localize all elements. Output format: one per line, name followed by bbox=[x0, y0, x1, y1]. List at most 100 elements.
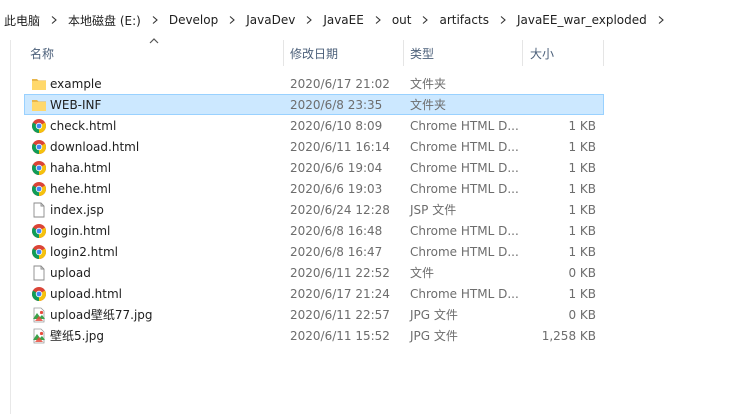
file-type: Chrome HTML D... bbox=[410, 181, 519, 196]
file-type: JSP 文件 bbox=[410, 203, 457, 217]
file-row[interactable]: download.html 2020/6/11 16:14 Chrome HTML … bbox=[24, 136, 604, 157]
file-row[interactable]: hehe.html 2020/6/6 19:03 Chrome HTML D... 1… bbox=[24, 178, 604, 199]
chevron-right-icon[interactable] bbox=[148, 13, 162, 27]
file-name: upload bbox=[50, 265, 91, 280]
file-size: 1 KB bbox=[568, 181, 596, 196]
file-type: 文件夹 bbox=[410, 77, 447, 91]
file-type: JPG 文件 bbox=[410, 308, 458, 322]
file-name: login.html bbox=[50, 223, 111, 238]
file-name: upload.html bbox=[50, 286, 123, 301]
file-modified-date: 2020/6/6 19:03 bbox=[290, 181, 383, 196]
column-divider[interactable] bbox=[522, 40, 523, 66]
column-header-size[interactable]: 大小 bbox=[530, 40, 600, 66]
column-divider[interactable] bbox=[603, 40, 604, 66]
column-header-date[interactable]: 修改日期 bbox=[290, 40, 400, 66]
blank-file-icon bbox=[31, 202, 47, 218]
file-modified-date: 2020/6/17 21:02 bbox=[290, 76, 390, 91]
file-size: 1 KB bbox=[568, 202, 596, 217]
file-size: 1 KB bbox=[568, 160, 596, 175]
chrome-html-icon bbox=[31, 223, 47, 239]
file-name: example bbox=[50, 76, 102, 91]
file-row[interactable]: upload壁纸77.jpg 2020/6/11 22:57 JPG 文件 0 KB bbox=[24, 304, 604, 325]
breadcrumb-item[interactable]: Develop bbox=[165, 13, 222, 27]
breadcrumb-item[interactable]: JavaEE bbox=[319, 13, 368, 27]
breadcrumb-label: JavaDev bbox=[246, 13, 296, 27]
file-type: Chrome HTML D... bbox=[410, 244, 519, 259]
file-name: hehe.html bbox=[50, 181, 112, 196]
breadcrumb-label: Develop bbox=[168, 13, 219, 27]
file-row[interactable]: login2.html 2020/6/8 16:47 Chrome HTML D..… bbox=[24, 241, 604, 262]
chevron-right-icon[interactable] bbox=[496, 13, 510, 27]
file-type: Chrome HTML D... bbox=[410, 160, 519, 175]
column-header-name[interactable]: 名称 bbox=[30, 40, 280, 66]
file-size: 1 KB bbox=[568, 118, 596, 133]
file-row[interactable]: 壁纸5.jpg 2020/6/11 15:52 JPG 文件 1,258 KB bbox=[24, 325, 604, 346]
chrome-html-icon bbox=[31, 139, 47, 155]
file-modified-date: 2020/6/6 19:04 bbox=[290, 160, 383, 175]
chrome-html-icon bbox=[31, 181, 47, 197]
jpg-file-icon bbox=[31, 307, 47, 323]
file-size: 1 KB bbox=[568, 244, 596, 259]
jpg-file-icon bbox=[31, 328, 47, 344]
file-name: haha.html bbox=[50, 160, 112, 175]
file-size: 1 KB bbox=[568, 139, 596, 154]
file-modified-date: 2020/6/11 15:52 bbox=[290, 328, 390, 343]
chevron-right-icon[interactable] bbox=[47, 13, 61, 27]
file-modified-date: 2020/6/11 22:52 bbox=[290, 265, 390, 280]
breadcrumb-label: artifacts bbox=[439, 13, 489, 27]
breadcrumb: 此电脑 本地磁盘 (E:) Develop JavaDev JavaEE out artif… bbox=[0, 8, 745, 32]
file-name: login2.html bbox=[50, 244, 119, 259]
breadcrumb-item[interactable]: JavaDev bbox=[242, 13, 299, 27]
column-header-type[interactable]: 类型 bbox=[410, 40, 520, 66]
file-type: 文件夹 bbox=[410, 98, 447, 112]
breadcrumb-item[interactable]: artifacts bbox=[435, 13, 492, 27]
file-row[interactable]: upload.html 2020/6/17 21:24 Chrome HTML D.… bbox=[24, 283, 604, 304]
file-type: JPG 文件 bbox=[410, 329, 458, 343]
chevron-right-icon[interactable] bbox=[225, 13, 239, 27]
folder-icon bbox=[31, 76, 47, 92]
file-modified-date: 2020/6/11 16:14 bbox=[290, 139, 390, 154]
file-row[interactable]: login.html 2020/6/8 16:48 Chrome HTML D...… bbox=[24, 220, 604, 241]
breadcrumb-item[interactable]: JavaEE_war_exploded bbox=[513, 13, 651, 27]
file-size: 1,258 KB bbox=[541, 328, 596, 343]
breadcrumb-label: 此电脑 bbox=[4, 13, 41, 28]
file-type: Chrome HTML D... bbox=[410, 139, 519, 154]
column-divider[interactable] bbox=[283, 40, 284, 66]
file-type: Chrome HTML D... bbox=[410, 223, 519, 238]
breadcrumb-item[interactable]: 此电脑 bbox=[0, 12, 44, 29]
file-size: 1 KB bbox=[568, 286, 596, 301]
breadcrumb-item[interactable]: 本地磁盘 (E:) bbox=[64, 12, 145, 29]
file-modified-date: 2020/6/8 16:48 bbox=[290, 223, 383, 238]
file-row[interactable]: index.jsp 2020/6/24 12:28 JSP 文件 1 KB bbox=[24, 199, 604, 220]
chevron-right-icon[interactable] bbox=[654, 13, 668, 27]
breadcrumb-label: out bbox=[391, 13, 412, 27]
navigation-pane-divider bbox=[10, 40, 11, 414]
file-row[interactable]: check.html 2020/6/10 8:09 Chrome HTML D...… bbox=[24, 115, 604, 136]
column-divider[interactable] bbox=[403, 40, 404, 66]
file-modified-date: 2020/6/8 23:35 bbox=[290, 97, 383, 112]
file-row[interactable]: upload 2020/6/11 22:52 文件 0 KB bbox=[24, 262, 604, 283]
file-row[interactable]: haha.html 2020/6/6 19:04 Chrome HTML D... 1… bbox=[24, 157, 604, 178]
file-name: download.html bbox=[50, 139, 140, 154]
chrome-html-icon bbox=[31, 286, 47, 302]
chevron-right-icon[interactable] bbox=[302, 13, 316, 27]
file-row[interactable]: WEB-INF 2020/6/8 23:35 文件夹 bbox=[24, 94, 604, 115]
chevron-right-icon[interactable] bbox=[371, 13, 385, 27]
file-name: 壁纸5.jpg bbox=[50, 329, 105, 343]
chrome-html-icon bbox=[31, 244, 47, 260]
file-type: 文件 bbox=[410, 266, 435, 280]
breadcrumb-label: JavaEE bbox=[323, 13, 364, 27]
file-row[interactable]: example 2020/6/17 21:02 文件夹 bbox=[24, 73, 604, 94]
file-modified-date: 2020/6/10 8:09 bbox=[290, 118, 383, 133]
breadcrumb-item[interactable]: out bbox=[388, 13, 416, 27]
file-type: Chrome HTML D... bbox=[410, 118, 519, 133]
chevron-right-icon[interactable] bbox=[418, 13, 432, 27]
file-modified-date: 2020/6/8 16:47 bbox=[290, 244, 383, 259]
file-name: check.html bbox=[50, 118, 117, 133]
chrome-html-icon bbox=[31, 118, 47, 134]
column-header-row: 名称 修改日期 类型 大小 bbox=[0, 38, 745, 66]
file-name: upload壁纸77.jpg bbox=[50, 308, 153, 322]
file-modified-date: 2020/6/11 22:57 bbox=[290, 307, 390, 322]
chrome-html-icon bbox=[31, 160, 47, 176]
file-name: index.jsp bbox=[50, 202, 104, 217]
